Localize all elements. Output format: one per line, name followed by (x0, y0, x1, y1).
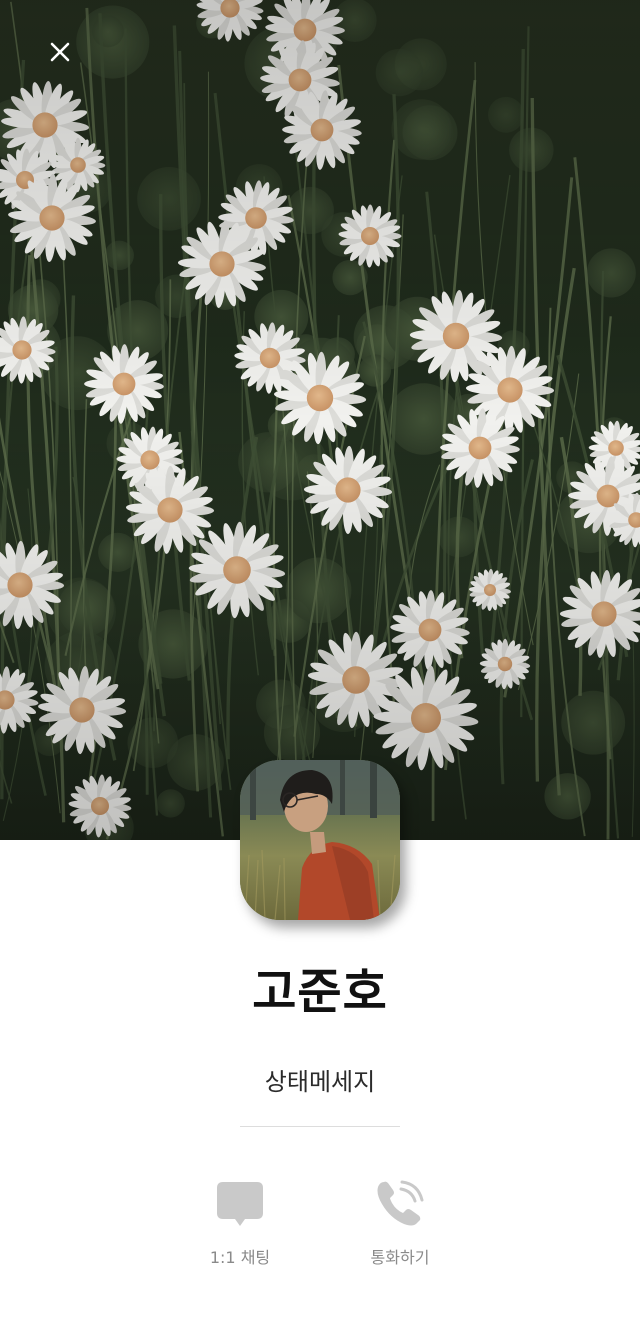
profile-name: 고준호 (252, 964, 388, 1020)
chat-bubble-icon (212, 1176, 268, 1232)
profile-screen: 고준호 상태메세지 1:1 채팅 통화하기 (0, 0, 640, 1340)
close-button[interactable] (40, 32, 80, 72)
chat-label: 1:1 채팅 (209, 1248, 271, 1267)
call-button[interactable]: 통화하기 (320, 1176, 480, 1268)
call-label: 통화하기 (370, 1248, 430, 1267)
profile-avatar[interactable] (240, 760, 400, 920)
phone-call-icon (372, 1176, 428, 1232)
chat-button[interactable]: 1:1 채팅 (160, 1176, 320, 1268)
divider (240, 1126, 400, 1127)
cover-photo (0, 0, 640, 840)
close-icon (50, 42, 70, 62)
status-message: 상태메세지 (264, 1068, 376, 1096)
